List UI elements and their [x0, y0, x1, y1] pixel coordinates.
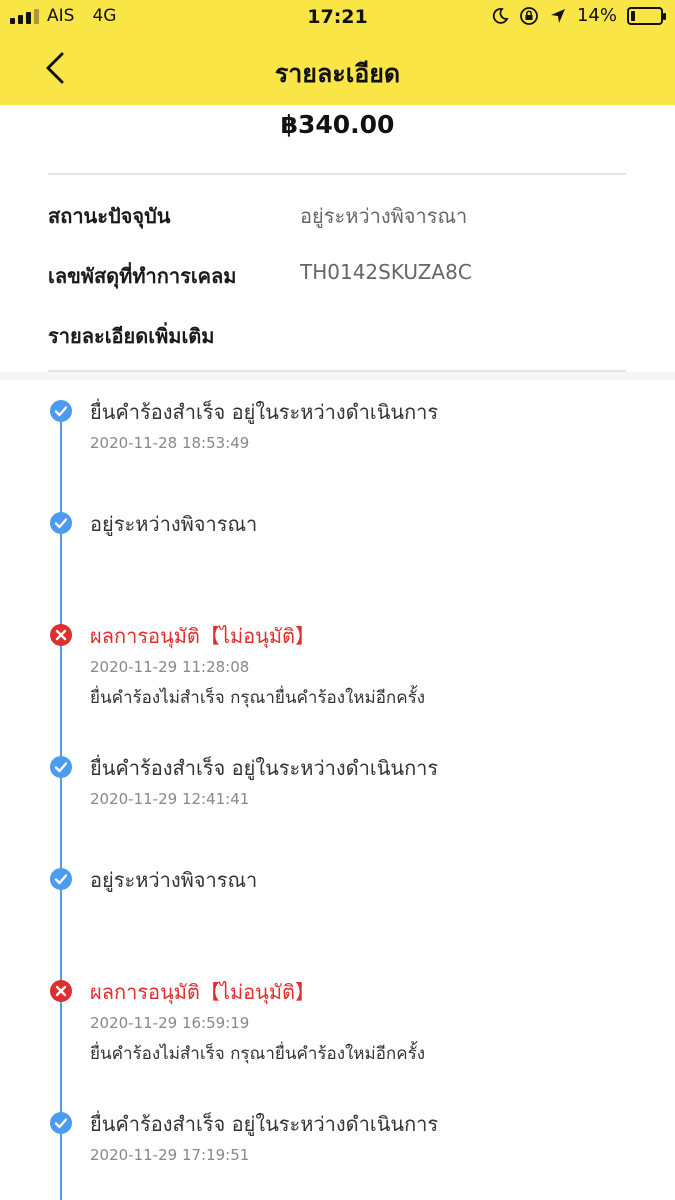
timeline-event-time: 2020-11-29 16:59:19: [90, 1014, 250, 1032]
divider: [48, 173, 626, 175]
tracking-label: เลขพัสดุที่ทำการเคลม: [48, 264, 237, 288]
timeline-event-title: ยื่นคำร้องสำเร็จ อยู่ในระหว่างดำเนินการ: [90, 756, 439, 780]
more-details-label: รายละเอียดเพิ่มเติม: [48, 324, 215, 348]
tracking-value[interactable]: TH0142SKUZA8C: [300, 260, 472, 284]
status-bar-right: 14%: [491, 5, 666, 26]
battery-level: [631, 10, 635, 21]
check-circle-icon: [49, 511, 73, 535]
timeline-event-title: ผลการอนุมัติ【ไม่อนุมัติ】: [90, 624, 316, 648]
check-circle-icon: [49, 1111, 73, 1135]
timeline-event-time: 2020-11-29 11:28:08: [90, 658, 250, 676]
timeline-event-title: ยื่นคำร้องสำเร็จ อยู่ในระหว่างดำเนินการ: [90, 1112, 439, 1136]
location-icon: [550, 8, 565, 23]
app-header: AIS 4G 17:21 14% รายละเอียด: [0, 0, 675, 105]
battery-percent: 14%: [576, 5, 617, 26]
timeline-event-time: 2020-11-28 18:53:49: [90, 434, 250, 452]
timeline-event-time: 2020-11-29 12:41:41: [90, 790, 250, 808]
moon-icon: [492, 7, 509, 24]
error-x-icon: [49, 623, 73, 647]
status-bar: AIS 4G 17:21 14%: [0, 0, 675, 36]
timeline-event-time: 2020-11-29 17:19:51: [90, 1146, 250, 1164]
check-circle-icon: [49, 755, 73, 779]
battery-icon: [627, 6, 666, 25]
orientation-lock-icon: [520, 6, 538, 25]
timeline-event-title: อยู่ระหว่างพิจารณา: [90, 868, 258, 892]
check-circle-icon: [49, 867, 73, 891]
timeline-event-title: อยู่ระหว่างพิจารณา: [90, 512, 258, 536]
page-title: รายละเอียด: [274, 59, 401, 88]
error-x-icon: [49, 979, 73, 1003]
status-label: สถานะปัจจุบัน: [48, 204, 171, 228]
claim-amount: ฿340.00: [280, 110, 395, 139]
check-circle-icon: [49, 399, 73, 423]
section-separator: [0, 372, 675, 380]
status-value: อยู่ระหว่างพิจารณา: [300, 204, 468, 228]
timeline-event-title: ยื่นคำร้องสำเร็จ อยู่ในระหว่างดำเนินการ: [90, 400, 439, 424]
timeline-event-title: ผลการอนุมัติ【ไม่อนุมัติ】: [90, 980, 316, 1004]
timeline-event-note: ยื่นคำร้องไม่สำเร็จ กรุณายื่นคำร้องใหม่อ…: [90, 1044, 426, 1064]
timeline-event-note: ยื่นคำร้องไม่สำเร็จ กรุณายื่นคำร้องใหม่อ…: [90, 688, 426, 708]
